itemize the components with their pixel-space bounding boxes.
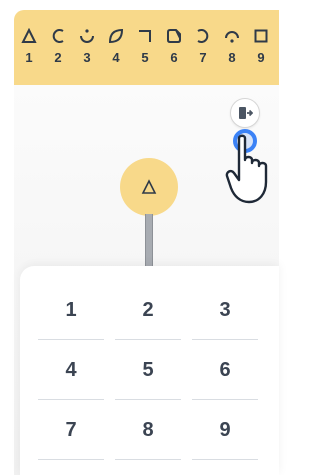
node-stem [145,214,153,270]
smile-arc-icon [80,29,94,43]
key-4[interactable]: 4 [38,344,104,396]
triangle-icon [21,28,37,43]
shape-option-8[interactable]: 8 [219,28,245,65]
shape-number: 3 [83,50,91,65]
key-6[interactable]: 6 [192,344,258,396]
key-divider [38,339,104,340]
shape-option-2[interactable]: 2 [45,28,71,65]
number-keypad: 1 2 3 4 5 6 7 8 9 [20,266,279,475]
key-divider [38,459,104,460]
shape-number: 1 [25,50,33,65]
shape-number: 4 [112,50,120,65]
shape-option-7[interactable]: 7 [190,28,216,65]
leaf-icon [108,28,124,44]
key-5[interactable]: 5 [115,344,181,396]
shape-option-9[interactable]: 9 [248,28,274,65]
key-3[interactable]: 3 [192,284,258,336]
shape-node[interactable] [120,158,178,216]
reverse-c-curve-icon [197,29,209,43]
key-2[interactable]: 2 [115,284,181,336]
arch-dot-icon [225,31,239,43]
key-1[interactable]: 1 [38,284,104,336]
key-divider [192,339,258,340]
key-divider [192,459,258,460]
triangle-icon [141,179,157,194]
shape-number: 7 [199,50,207,65]
shape-option-5[interactable]: 5 [132,28,158,65]
shape-option-6[interactable]: 6 [161,28,187,65]
shape-option-3[interactable]: 3 [74,28,100,65]
key-9[interactable]: 9 [192,404,258,456]
exit-door-icon [239,107,253,119]
key-7[interactable]: 7 [38,404,104,456]
c-curve-icon [52,29,64,43]
shape-toolbar: 1 2 3 4 5 6 7 8 9 [14,10,279,85]
shape-number: 2 [54,50,62,65]
key-divider [115,459,181,460]
shape-option-1[interactable]: 1 [16,28,42,65]
corner-bracket-icon [139,30,151,42]
shape-number: 5 [141,50,149,65]
rounded-square-cut-icon [167,29,181,43]
exit-button[interactable] [230,98,260,128]
shape-number: 8 [228,50,236,65]
key-divider [115,339,181,340]
shape-number: 6 [170,50,178,65]
key-divider [38,399,104,400]
key-8[interactable]: 8 [115,404,181,456]
key-divider [115,399,181,400]
pointing-hand-icon [225,134,268,204]
square-icon [254,29,268,43]
shape-option-4[interactable]: 4 [103,28,129,65]
shape-number: 9 [257,50,265,65]
key-divider [192,399,258,400]
